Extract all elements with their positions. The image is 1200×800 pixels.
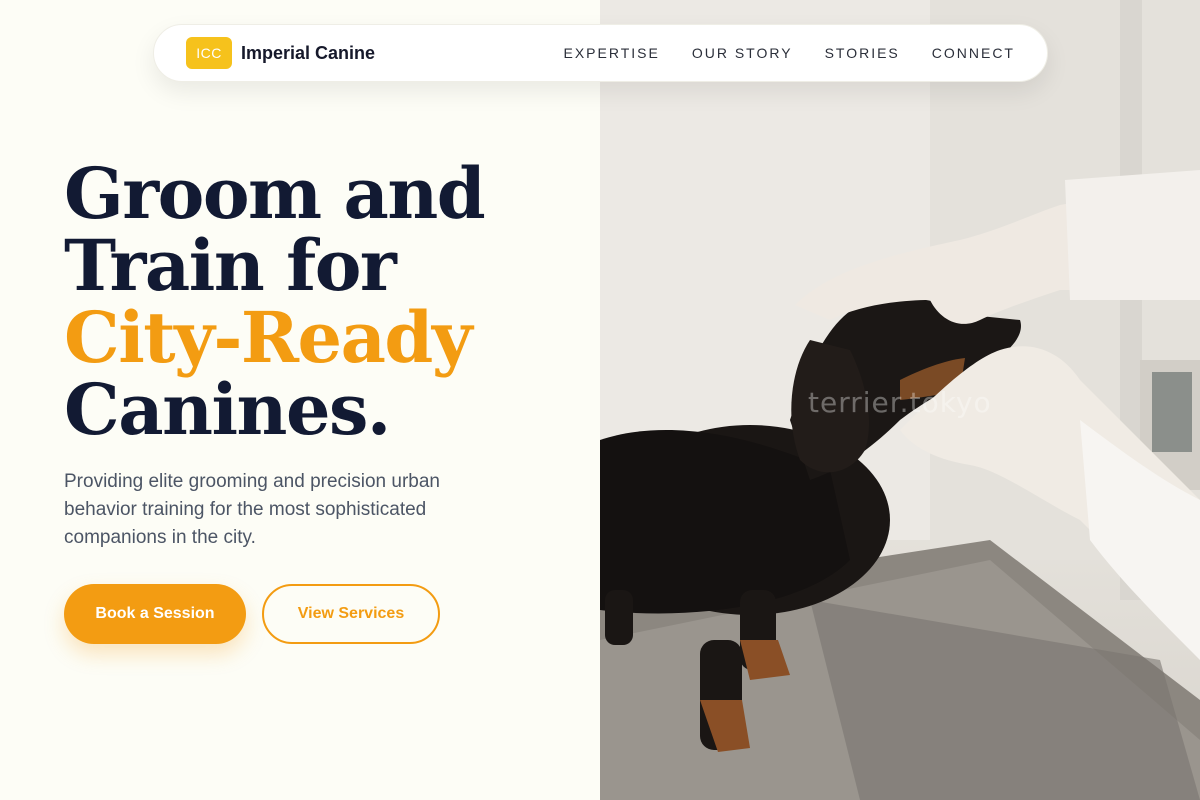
brand[interactable]: ICC Imperial Canine <box>186 37 375 69</box>
hero-subtext: Providing elite grooming and precision u… <box>64 471 441 548</box>
headline-line-1: Groom and <box>64 152 486 235</box>
nav-link-connect[interactable]: CONNECT <box>932 45 1015 61</box>
view-services-button[interactable]: View Services <box>262 584 440 644</box>
nav-links: EXPERTISE OUR STORY STORIES CONNECT <box>564 45 1016 61</box>
brand-name: Imperial Canine <box>241 42 376 63</box>
hero-headline: Groom and Train for City-Ready Canines. <box>64 152 486 451</box>
headline-line-accent: City-Ready <box>64 296 473 379</box>
nav-link-stories[interactable]: STORIES <box>825 45 900 61</box>
photo-watermark: terrier.tokyo <box>808 386 992 419</box>
logo-badge: ICC <box>186 37 232 69</box>
top-navbar: ICC Imperial Canine EXPERTISE OUR STORY … <box>153 24 1048 82</box>
headline-line-2: Train for <box>64 224 397 307</box>
nav-link-expertise[interactable]: EXPERTISE <box>564 45 660 61</box>
nav-link-our-story[interactable]: OUR STORY <box>692 45 793 61</box>
headline-line-4: Canines. <box>64 368 391 451</box>
book-session-button[interactable]: Book a Session <box>64 584 246 644</box>
